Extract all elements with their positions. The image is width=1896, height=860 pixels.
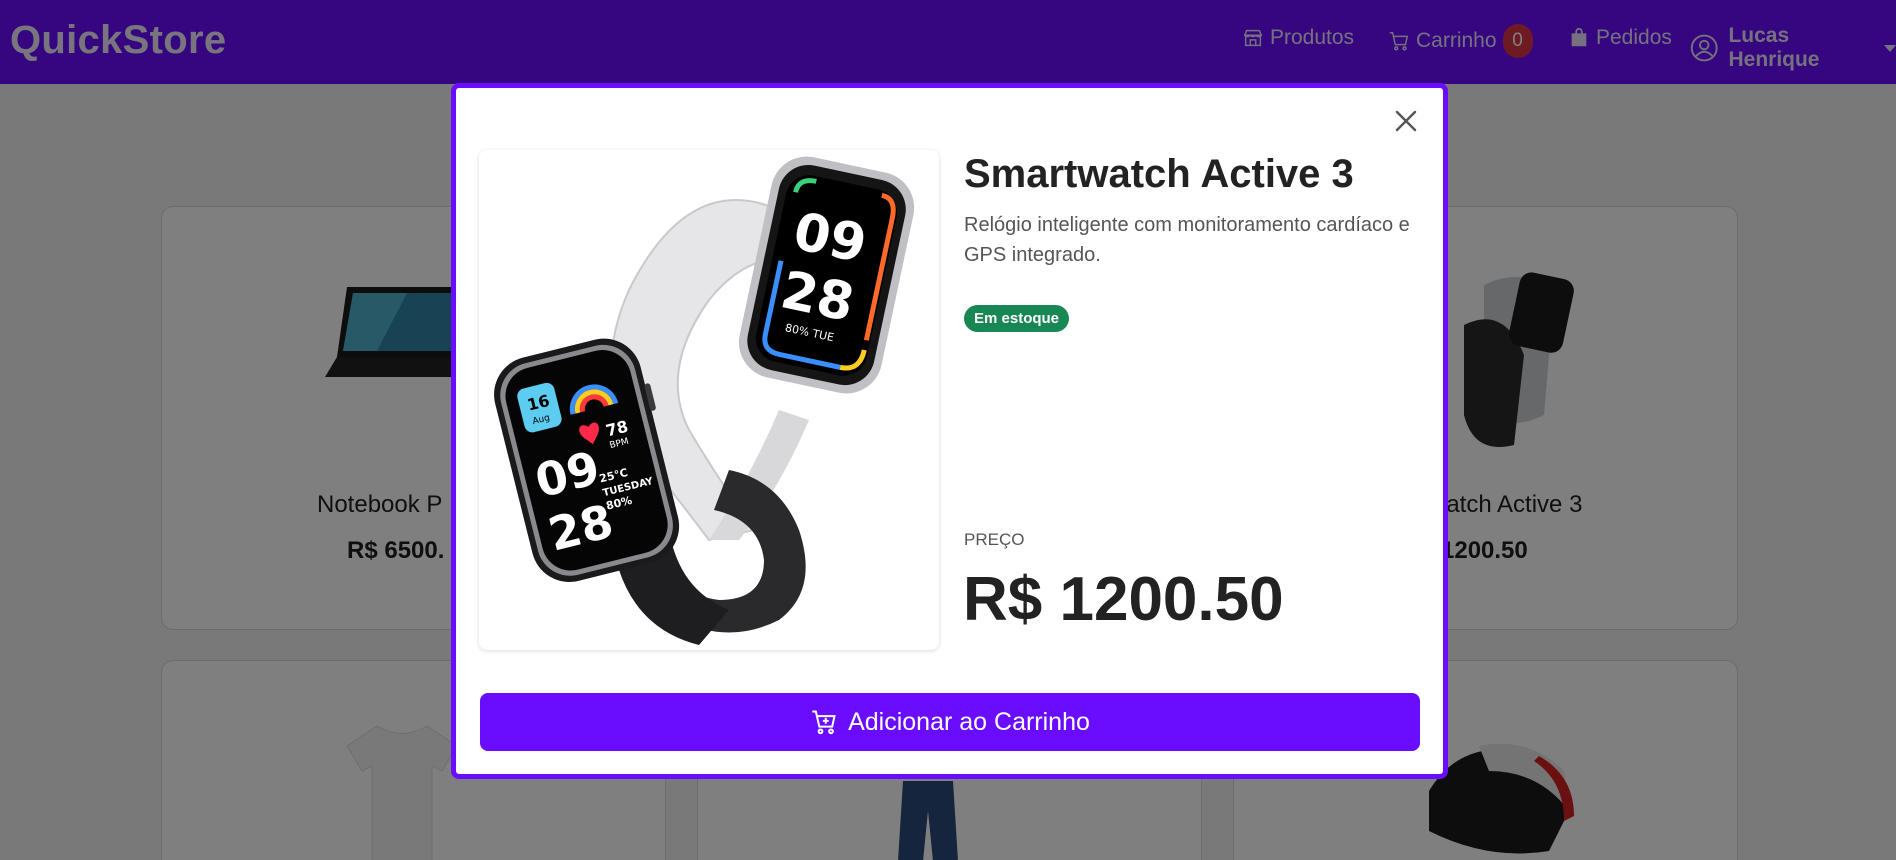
product-description: Relógio inteligente com monitoramento ca… [964, 214, 1410, 266]
smartwatch-image: 09 28 80% TUE 16 Aug 78 BPM 09 28 25°C T… [494, 156, 915, 645]
add-to-cart-button[interactable]: Adicionar ao Carrinho [480, 693, 1420, 751]
product-image: 09 28 80% TUE 16 Aug 78 BPM 09 28 25°C T… [479, 150, 939, 650]
price-value: R$ 1200.50 [963, 565, 1284, 634]
product-title: Smartwatch Active 3 [964, 152, 1354, 196]
stock-status-badge: Em estoque [964, 305, 1070, 332]
add-to-cart-label: Adicionar ao Carrinho [848, 707, 1090, 736]
product-detail-modal: 09 28 80% TUE 16 Aug 78 BPM 09 28 25°C T… [451, 83, 1448, 779]
cart-plus-icon [812, 710, 836, 735]
price-label: PREÇO [964, 530, 1025, 549]
close-icon[interactable] [1391, 106, 1421, 136]
